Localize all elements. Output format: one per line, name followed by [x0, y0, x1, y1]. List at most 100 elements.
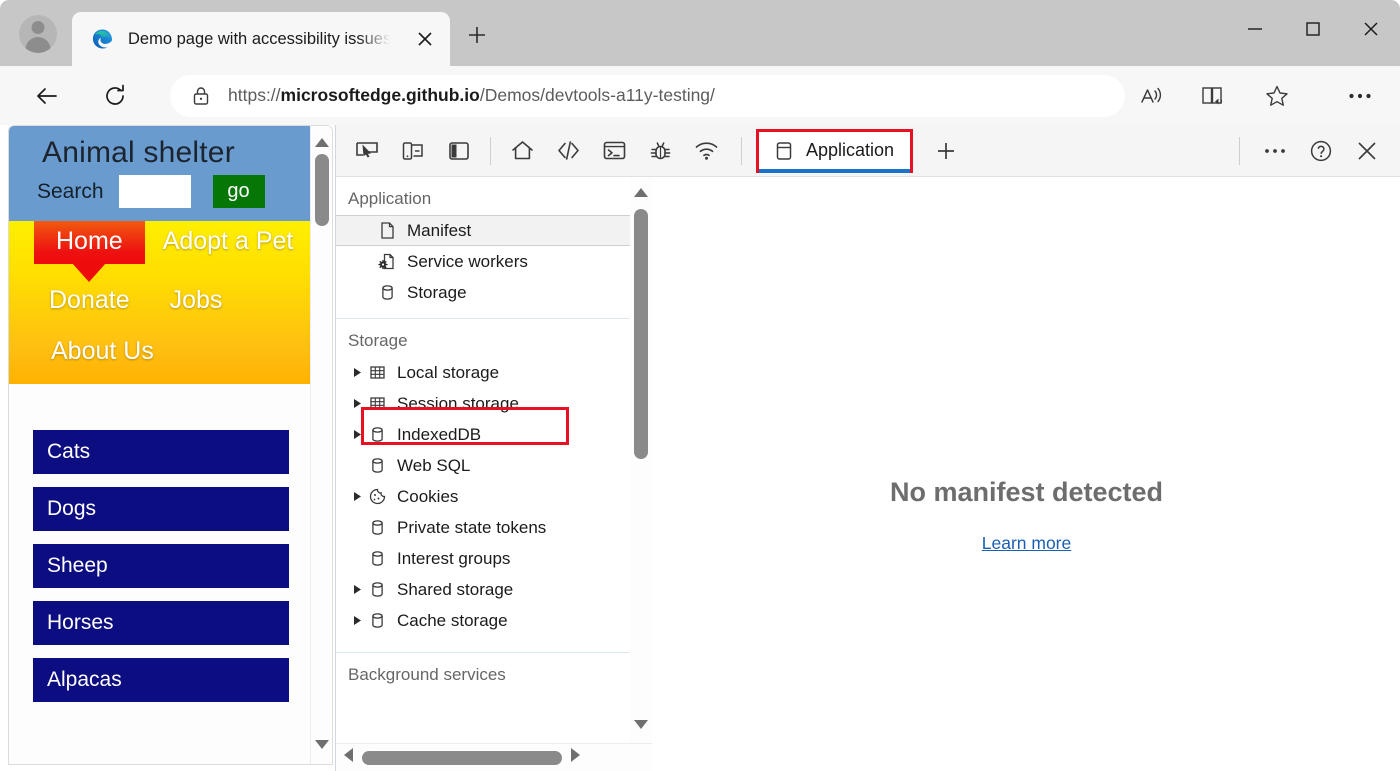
category-button-dogs[interactable]: Dogs: [33, 487, 289, 531]
minimize-icon[interactable]: [1226, 0, 1284, 58]
dock-side-icon[interactable]: [436, 128, 482, 174]
nav-item-donate[interactable]: Donate: [49, 286, 130, 315]
sidebar-item-service-workers[interactable]: Service workers: [336, 246, 651, 277]
scroll-down-arrow-icon[interactable]: [314, 737, 330, 755]
expand-arrow-icon[interactable]: [348, 615, 366, 626]
nav-item-adopt-a-pet[interactable]: Adopt a Pet: [163, 221, 294, 256]
sidebar-item-local-storage-label: Local storage: [397, 362, 500, 382]
sidebar-item-storage[interactable]: Storage: [336, 277, 651, 308]
sidebar-item-interest-groups[interactable]: Interest groups: [336, 543, 651, 574]
sidebar-item-cookies[interactable]: Cookies: [336, 481, 651, 512]
close-window-icon[interactable]: [1342, 0, 1400, 58]
expand-arrow-icon[interactable]: [348, 398, 366, 409]
storage-database-icon: [366, 518, 388, 537]
immersive-reader-icon[interactable]: [1194, 76, 1234, 116]
sidebar-item-private-state-tokens[interactable]: Private state tokens: [336, 512, 651, 543]
network-icon[interactable]: [683, 128, 729, 174]
sidebar-item-cache-storage-label: Cache storage: [397, 610, 508, 630]
nav-item-home[interactable]: Home: [34, 221, 145, 264]
browser-window: Demo page with accessibility issues http…: [0, 0, 1400, 771]
sidebar-item-indexeddb[interactable]: IndexedDB: [336, 419, 651, 450]
expand-arrow-icon[interactable]: [348, 491, 366, 502]
reload-icon[interactable]: [95, 76, 135, 116]
sidebar-item-private-state-tokens-label: Private state tokens: [397, 517, 547, 537]
device-emulation-icon[interactable]: [390, 128, 436, 174]
search-go-button[interactable]: go: [212, 175, 265, 208]
scroll-left-arrow-icon[interactable]: [343, 747, 354, 768]
sidebar-item-cache-storage[interactable]: Cache storage: [336, 605, 651, 636]
page-vertical-scrollbar[interactable]: [310, 126, 332, 764]
address-bar-url: https://microsoftedge.github.io/Demos/de…: [228, 85, 715, 106]
add-panel-button[interactable]: [923, 128, 969, 174]
expand-arrow-icon[interactable]: [348, 429, 366, 440]
site-search-row: Search go: [9, 170, 320, 213]
category-button-cats[interactable]: Cats: [33, 430, 289, 474]
devtools-main-panel: No manifest detected Learn more: [653, 177, 1400, 771]
table-grid-icon: [366, 394, 388, 413]
sidebar-item-local-storage[interactable]: Local storage: [336, 357, 651, 388]
edge-logo-icon: [92, 29, 113, 49]
profile-avatar-icon: [19, 15, 57, 53]
search-label: Search: [37, 179, 104, 203]
sidebar-item-session-storage[interactable]: Session storage: [336, 388, 651, 419]
sidebar-item-shared-storage[interactable]: Shared storage: [336, 574, 651, 605]
category-button-sheep[interactable]: Sheep: [33, 544, 289, 588]
tab-title: Demo page with accessibility issues: [128, 29, 390, 48]
sidebar-item-interest-groups-label: Interest groups: [397, 548, 511, 568]
devtools-right-controls: [1239, 128, 1400, 174]
more-options-icon[interactable]: [1340, 76, 1380, 116]
category-button-alpacas[interactable]: Alpacas: [33, 658, 289, 702]
nav-item-jobs[interactable]: Jobs: [170, 286, 223, 315]
back-arrow-icon[interactable]: [27, 76, 67, 116]
elements-icon[interactable]: [545, 128, 591, 174]
profile-avatar-button[interactable]: [14, 10, 62, 58]
favorites-star-icon[interactable]: [1257, 76, 1297, 116]
help-icon[interactable]: [1298, 128, 1344, 174]
nav-item-about-us[interactable]: About Us: [51, 337, 320, 366]
console-icon[interactable]: [591, 128, 637, 174]
maximize-icon[interactable]: [1284, 0, 1342, 58]
sidebar-hscrollbar-thumb[interactable]: [362, 750, 562, 765]
sources-debugger-icon[interactable]: [637, 128, 683, 174]
new-tab-button[interactable]: [458, 16, 496, 54]
expand-arrow-icon[interactable]: [348, 367, 366, 378]
tab-application[interactable]: Application: [756, 128, 914, 173]
url-domain: microsoftedge.github.io: [280, 85, 480, 105]
scroll-down-arrow-icon[interactable]: [633, 717, 649, 735]
inspect-element-icon[interactable]: [344, 128, 390, 174]
sidebar-horizontal-scrollbar[interactable]: [336, 743, 652, 771]
close-tab-icon[interactable]: [412, 26, 438, 52]
devtools-sidebar: Application Manifest Service workers Sto…: [336, 177, 652, 771]
sidebar-item-manifest[interactable]: Manifest: [336, 215, 651, 246]
url-path: /Demos/devtools-a11y-testing/: [479, 85, 715, 105]
sidebar-section-application-title: Application: [348, 189, 432, 208]
close-devtools-icon[interactable]: [1344, 128, 1390, 174]
service-worker-icon: [376, 252, 398, 271]
storage-database-icon: [366, 611, 388, 630]
manifest-document-icon: [376, 221, 398, 240]
read-aloud-icon[interactable]: [1131, 76, 1171, 116]
more-tools-icon[interactable]: [1252, 128, 1298, 174]
scroll-up-arrow-icon[interactable]: [633, 185, 649, 203]
address-bar[interactable]: https://microsoftedge.github.io/Demos/de…: [170, 74, 1125, 117]
sidebar-vertical-scrollbar[interactable]: [630, 177, 652, 743]
storage-database-icon: [366, 580, 388, 599]
browser-tab[interactable]: Demo page with accessibility issues: [72, 12, 450, 66]
expand-arrow-icon[interactable]: [348, 584, 366, 595]
welcome-home-icon[interactable]: [499, 128, 545, 174]
learn-more-link[interactable]: Learn more: [982, 533, 1072, 554]
no-manifest-message: No manifest detected: [889, 477, 1164, 507]
sidebar-scrollbar-thumb[interactable]: [634, 209, 648, 459]
page-content: Animal shelter Search go Home Adopt a Pe…: [9, 126, 320, 715]
scroll-up-arrow-icon[interactable]: [314, 135, 330, 153]
devtools-toolbar: Application: [336, 125, 1400, 177]
page-scrollbar-thumb[interactable]: [315, 154, 329, 226]
scroll-right-arrow-icon[interactable]: [570, 747, 581, 768]
window-controls: [1226, 0, 1400, 66]
search-input[interactable]: [118, 175, 191, 208]
sidebar-section-storage-title: Storage: [348, 331, 408, 350]
sidebar-item-shared-storage-label: Shared storage: [397, 579, 514, 599]
title-bar: Demo page with accessibility issues: [0, 0, 1400, 66]
category-button-horses[interactable]: Horses: [33, 601, 289, 645]
sidebar-item-web-sql[interactable]: Web SQL: [336, 450, 651, 481]
